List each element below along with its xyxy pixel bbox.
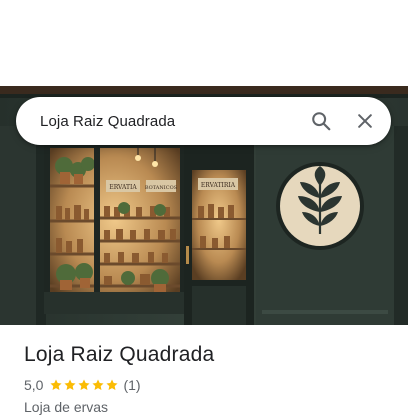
star-icon (50, 379, 63, 390)
close-icon (358, 114, 372, 128)
shop-sign-3: ERVATIRIA (201, 182, 236, 189)
search-button[interactable] (299, 99, 343, 143)
star-icon (92, 379, 105, 390)
clear-search-button[interactable] (343, 99, 387, 143)
place-info-panel: Loja Raiz Quadrada 5,0 (1) Loja de ervas (0, 325, 408, 415)
star-icon (106, 379, 119, 390)
star-icon (78, 379, 91, 390)
search-icon (312, 112, 331, 131)
review-count[interactable]: (1) (123, 377, 140, 393)
blank-top-area (0, 0, 408, 86)
rating-row[interactable]: 5,0 (1) (24, 377, 141, 393)
star-rating (49, 378, 119, 392)
search-input[interactable]: Loja Raiz Quadrada (40, 113, 299, 130)
shop-sign-1: ERVATIA (109, 184, 137, 191)
place-category: Loja de ervas (24, 399, 109, 415)
place-title: Loja Raiz Quadrada (24, 343, 215, 366)
star-icon (64, 379, 77, 390)
search-bar[interactable]: Loja Raiz Quadrada (16, 97, 391, 145)
shop-sign-2: BOTANICOS (145, 185, 178, 191)
rating-value: 5,0 (24, 377, 44, 393)
